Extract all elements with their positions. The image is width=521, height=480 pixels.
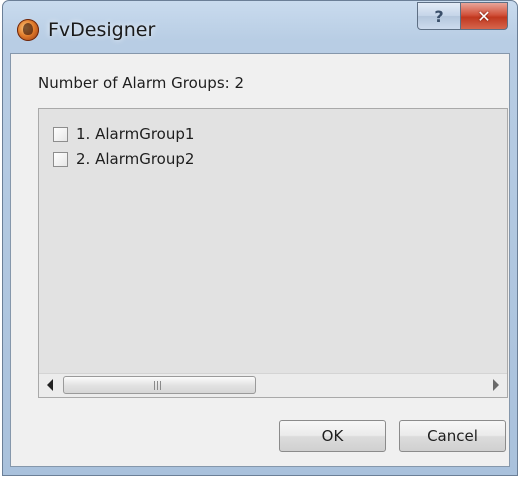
dialog-window: FvDesigner ? ✕ Number of Alarm Groups: 2… (2, 0, 518, 476)
alarm-group-1-checkbox[interactable] (53, 126, 68, 142)
alarm-group-2-label: 2. AlarmGroup2 (76, 150, 195, 168)
dialog-body: Number of Alarm Groups: 2 1. AlarmGroup1… (10, 53, 510, 467)
alarm-group-count-label: Number of Alarm Groups: 2 (38, 74, 245, 92)
help-button[interactable]: ? (417, 2, 461, 30)
list-item-alarm-group-2[interactable]: 2. AlarmGroup2 (53, 148, 194, 170)
horizontal-scrollbar[interactable] (39, 373, 507, 397)
help-icon: ? (434, 6, 444, 26)
alarm-group-2-checkbox[interactable] (53, 151, 68, 167)
title-bar[interactable]: FvDesigner ? ✕ (3, 1, 517, 53)
app-icon (17, 19, 39, 41)
close-icon: ✕ (477, 6, 491, 26)
arrow-left-icon[interactable] (47, 379, 53, 391)
cancel-button[interactable]: Cancel (399, 420, 506, 452)
scrollbar-thumb[interactable] (63, 376, 256, 394)
window-title: FvDesigner (48, 19, 156, 41)
ok-button[interactable]: OK (279, 420, 386, 452)
arrow-right-icon[interactable] (493, 379, 499, 391)
alarm-group-list: 1. AlarmGroup1 2. AlarmGroup2 (38, 108, 508, 398)
scroll-grip (154, 381, 163, 390)
list-item-alarm-group-1[interactable]: 1. AlarmGroup1 (53, 123, 194, 145)
close-button[interactable]: ✕ (460, 2, 508, 30)
alarm-group-1-label: 1. AlarmGroup1 (76, 125, 195, 143)
